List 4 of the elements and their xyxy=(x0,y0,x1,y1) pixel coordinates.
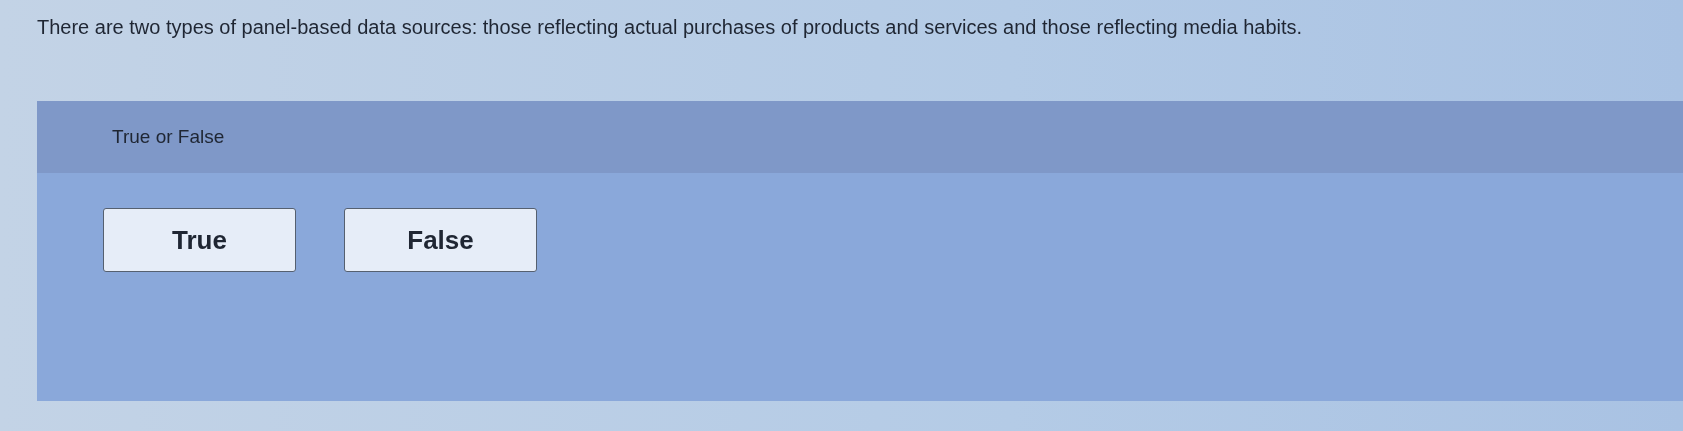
panel-title: True or False xyxy=(112,124,225,149)
answer-button[interactable]: True xyxy=(103,208,296,272)
question-text: There are two types of panel-based data sources: those reflecting actual purchases of products and services and those reflecting media habits. xyxy=(36,15,1304,40)
answer-button[interactable]: False xyxy=(344,208,537,272)
